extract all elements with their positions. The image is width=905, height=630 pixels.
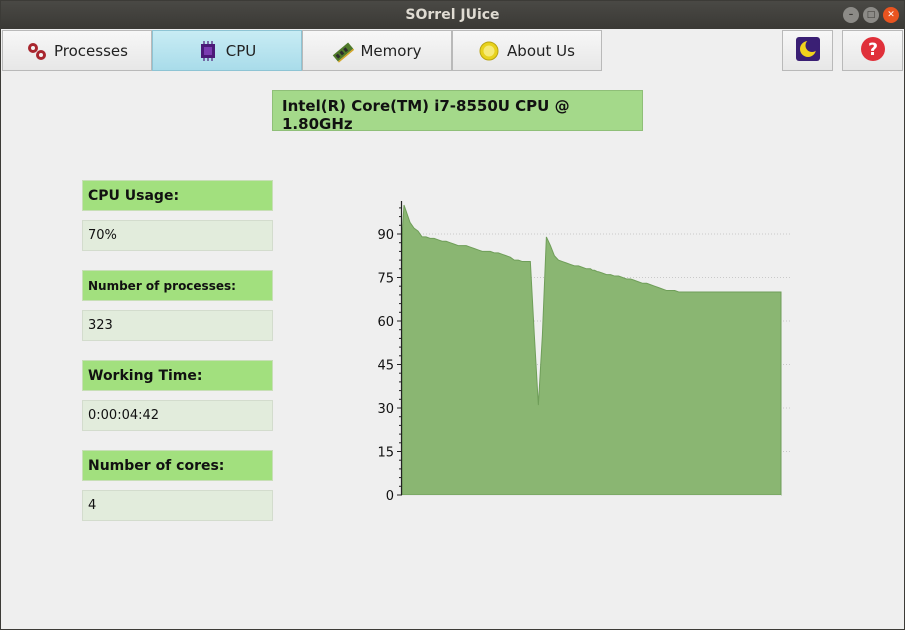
question-icon: ?	[860, 36, 886, 66]
tab-label: Memory	[360, 41, 422, 60]
y-tick-label: 30	[377, 402, 394, 417]
process-count-label: Number of processes:	[82, 270, 273, 301]
cpu-usage-area	[401, 204, 782, 496]
y-tick-label: 0	[386, 489, 394, 504]
memory-stick-icon	[332, 41, 355, 63]
maximize-icon[interactable]: □	[863, 7, 879, 23]
tab-label: Processes	[54, 41, 128, 60]
working-time-label: Working Time:	[82, 360, 273, 391]
tab-cpu[interactable]: CPU	[152, 30, 302, 71]
working-time-value: 0:00:04:42	[82, 400, 273, 431]
close-icon[interactable]: ✕	[883, 7, 899, 23]
process-count-value: 323	[82, 310, 273, 341]
svg-text:?: ?	[868, 40, 878, 60]
gears-icon	[26, 41, 47, 61]
cpu-usage-chart: 0 15 30 45 60 75 90	[377, 201, 791, 504]
cpu-model-label: Intel(R) Core(TM) i7-8550U CPU @ 1.80GHz	[272, 90, 643, 133]
minimize-icon[interactable]: –	[843, 7, 859, 23]
tab-label: About Us	[507, 41, 575, 60]
y-tick-label: 45	[377, 359, 394, 374]
tab-processes[interactable]: Processes	[2, 30, 152, 71]
cpu-chip-icon	[198, 40, 218, 61]
window-title: SOrrel JUice	[405, 7, 500, 23]
tab-about-us[interactable]: About Us	[452, 30, 602, 71]
tab-label: CPU	[225, 41, 257, 60]
core-count-value: 4	[82, 490, 273, 521]
y-tick-label: 60	[377, 315, 394, 330]
tab-memory[interactable]: Memory	[302, 30, 452, 71]
y-tick-label: 90	[377, 228, 394, 243]
title-bar[interactable]: SOrrel JUice – □ ✕	[1, 1, 904, 29]
moon-icon	[795, 36, 821, 66]
app-window: SOrrel JUice – □ ✕ Processes CPU Memory …	[0, 0, 905, 630]
core-count-label: Number of cores:	[82, 450, 273, 481]
help-button[interactable]: ?	[842, 30, 903, 71]
y-tick-label: 15	[377, 446, 394, 461]
lemon-icon	[479, 41, 499, 61]
y-tick-label: 75	[377, 272, 394, 287]
cpu-usage-label: CPU Usage:	[82, 180, 273, 211]
theme-toggle-button[interactable]	[782, 30, 833, 71]
cpu-usage-value: 70%	[82, 220, 273, 251]
